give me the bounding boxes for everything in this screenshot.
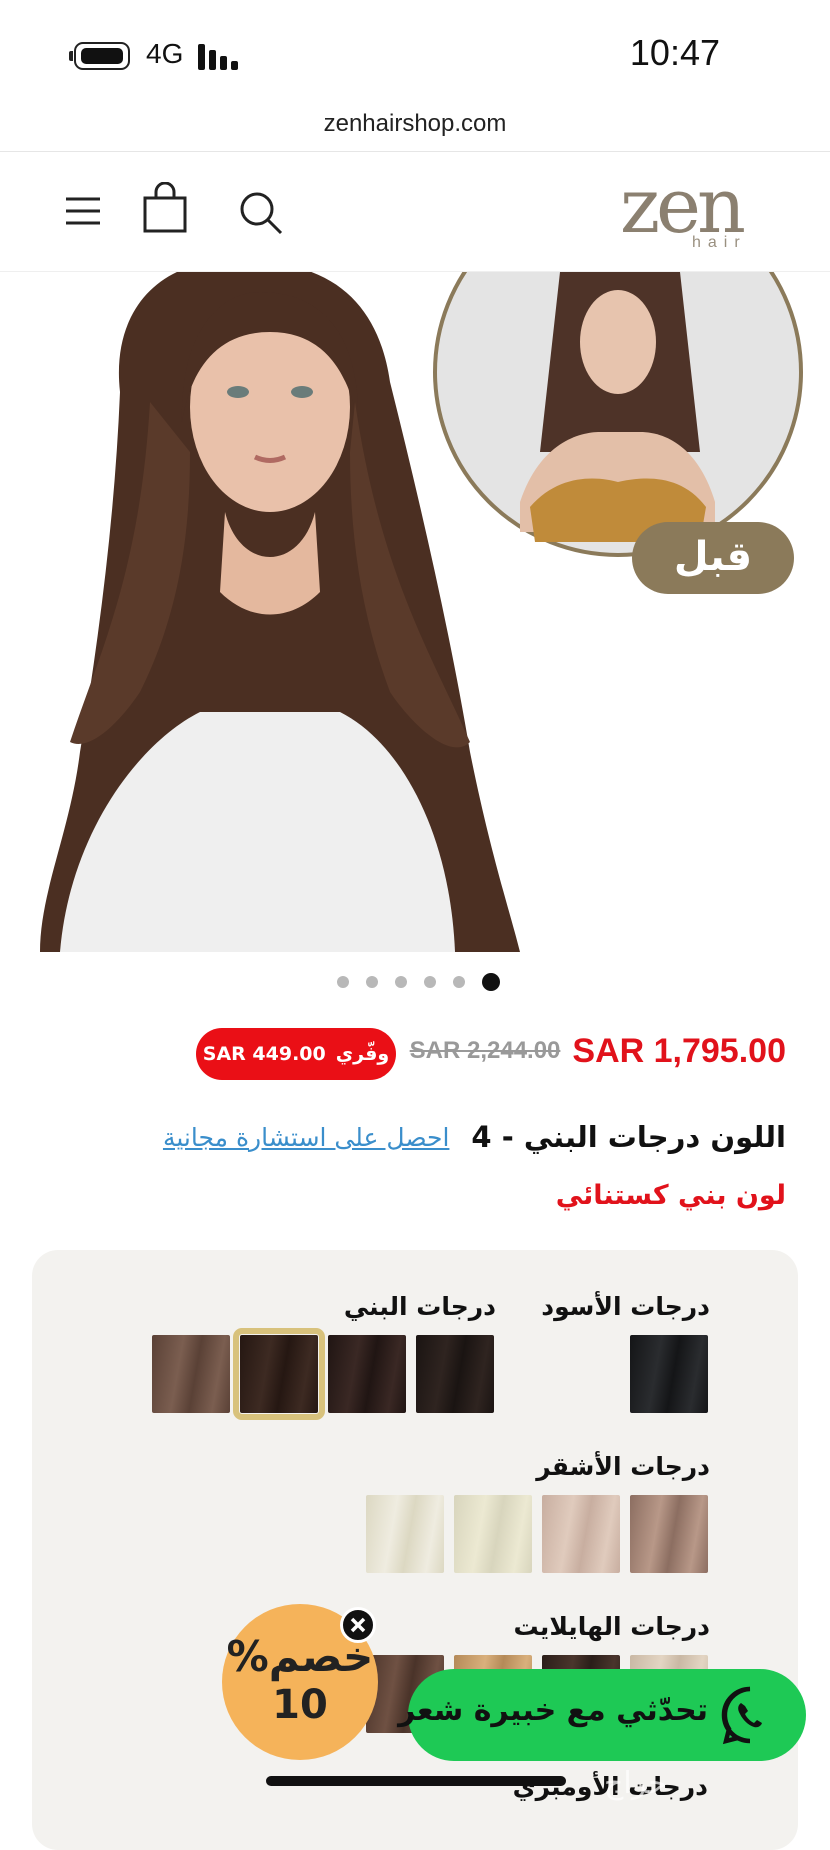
search-icon[interactable] [238,190,284,236]
clock: 10:47 [629,32,720,73]
swatch-brown-3[interactable] [233,1328,325,1420]
carousel-dot-active[interactable] [482,973,500,991]
swatch-brown-1[interactable] [416,1335,494,1413]
swatch-blonde-1[interactable] [630,1495,708,1573]
selected-color-name: لون بني كستنائي [555,1180,786,1211]
swatch-group-title-blonde: درجات الأشقر [536,1452,710,1481]
swatch-group-title-brown: درجات البني [343,1292,496,1321]
swatch-brown-4[interactable] [152,1335,230,1413]
product-photo: قبل [40,272,803,952]
carousel-dot[interactable] [453,976,465,988]
swatch-blonde-2[interactable] [542,1495,620,1573]
address-bar[interactable]: zenhairshop.com [0,110,830,138]
whatsapp-icon [721,1686,762,1745]
swatch-brown-2[interactable] [328,1335,406,1413]
price-row: SAR 2,244.00 SAR 1,795.00 [410,1025,786,1077]
carousel-dots [337,973,500,991]
product-image-carousel[interactable]: قبل [0,272,830,952]
signal-icon [198,44,242,70]
network-label: 4G [146,38,184,69]
swatch-group-title-highlight: درجات الهايلايت [513,1612,710,1641]
carousel-dot[interactable] [424,976,436,988]
carousel-dot[interactable] [366,976,378,988]
site-logo[interactable]: zen hair [620,168,790,252]
before-label: قبل [674,534,752,580]
swatch-black-1[interactable] [630,1335,708,1413]
swatch-blonde-3[interactable] [454,1495,532,1573]
watermark: حراج [604,1766,667,1801]
color-label: اللون درجات البني - 4 [471,1120,786,1154]
status-bar: 4G 10:47 [0,0,830,100]
menu-icon[interactable] [64,196,102,226]
current-price: SAR 1,795.00 [572,1031,786,1070]
old-price: SAR 2,244.00 [409,1037,561,1064]
whatsapp-chat-button[interactable]: تحدّثي مع خبيرة شعر [398,1669,806,1761]
carousel-dot[interactable] [337,976,349,988]
discount-value: 10 [272,1682,328,1728]
home-indicator[interactable] [266,1776,566,1786]
color-selection-line: اللون درجات البني - 4 احصل على استشارة م… [163,1120,786,1154]
swatch-group-title-black: درجات الأسود [541,1292,710,1321]
battery-icon [69,42,130,70]
savings-amount: SAR 449.00 [202,1043,326,1065]
carousel-dot[interactable] [395,976,407,988]
close-icon[interactable] [340,1607,376,1643]
savings-label: وفّري [335,1043,390,1065]
shopping-bag-icon[interactable] [142,182,188,234]
savings-badge: وفّري SAR 449.00 [196,1028,396,1080]
swatch-blonde-4[interactable] [366,1495,444,1573]
free-consultation-link[interactable]: احصل على استشارة مجانية [163,1123,449,1152]
whatsapp-button-label: تحدّثي مع خبيرة شعر [398,1693,708,1728]
